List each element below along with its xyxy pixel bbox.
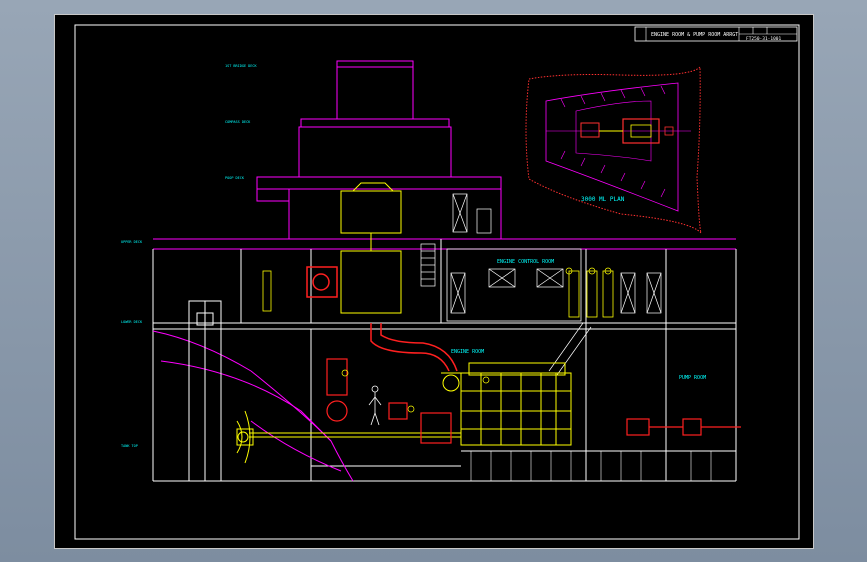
drawing-frame (74, 24, 800, 540)
person-figure (368, 385, 382, 426)
label-engine-control-room: ENGINE CONTROL ROOM (497, 259, 554, 265)
gearbox (326, 358, 452, 444)
label-engine-room: ENGINE ROOM (451, 349, 484, 355)
deck-label-tank-top: TANK TOP (121, 444, 138, 448)
upper-tank (262, 270, 272, 312)
deck-label-top: 1ST BRIDGE DECK (225, 64, 258, 68)
title-block: ENGINE ROOM & PUMP ROOM ARRGT FT250-31-1… (634, 26, 798, 42)
superstructure (153, 60, 736, 250)
exhaust-pipe (370, 323, 458, 372)
propeller (236, 410, 251, 464)
section-view: 1ST BRIDGE DECK COMPASS DECK POOP DECK U… (121, 60, 741, 482)
deck-label-upper: UPPER DECK (121, 240, 143, 244)
deck-label-compass: COMPASS DECK (225, 120, 251, 124)
deck-label-poop: POOP DECK (225, 176, 245, 180)
stern-hull (152, 330, 354, 482)
plan-view: 3000 ML PLAN (525, 65, 702, 234)
cargo-pump (626, 418, 741, 436)
label-pump-room: PUMP ROOM (679, 375, 706, 381)
title-block-title: ENGINE ROOM & PUMP ROOM ARRGT (651, 32, 738, 38)
boiler (340, 182, 402, 314)
plan-caption: 3000 ML PLAN (581, 196, 625, 203)
deck-label-lower: LOWER DECK (121, 320, 143, 324)
title-block-drawing-no: FT250-31-1001 (746, 36, 782, 42)
ship-arrangement-drawing: ENGINE ROOM & PUMP ROOM ARRGT FT250-31-1… (74, 24, 800, 540)
cad-drawing-viewport[interactable]: ENGINE ROOM & PUMP ROOM ARRGT FT250-31-1… (54, 14, 814, 549)
rudder (188, 300, 222, 482)
double-bottom (470, 451, 712, 481)
engine-control-room: ENGINE CONTROL ROOM (446, 193, 662, 322)
